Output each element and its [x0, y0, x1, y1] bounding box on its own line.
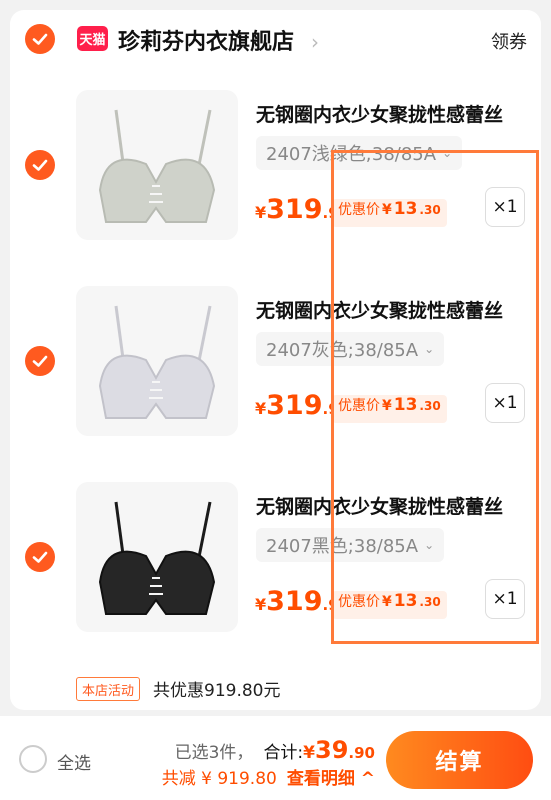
shop-checkbox[interactable]	[25, 24, 55, 54]
check-icon	[32, 33, 48, 45]
quantity-button[interactable]: ×1	[485, 187, 525, 227]
cart-item: 无钢圈内衣少女聚拢性感蕾丝 2407灰色;38/85A ⌄ ¥319.9 优惠价 ¥…	[10, 276, 541, 472]
product-image[interactable]	[76, 90, 238, 240]
promo-price-badge: 优惠价 ¥13.30	[332, 395, 447, 423]
quantity-button[interactable]: ×1	[485, 579, 525, 619]
product-title[interactable]: 无钢圈内衣少女聚拢性感蕾丝	[256, 100, 503, 127]
item-price: ¥319.9	[255, 586, 339, 617]
total-decimal: .90	[348, 744, 375, 762]
shop-header[interactable]: 天猫 珍莉芬内衣旗舰店 › 领券	[10, 10, 541, 68]
check-icon	[32, 159, 48, 171]
product-image[interactable]	[76, 482, 238, 632]
chevron-right-icon[interactable]: ›	[311, 30, 319, 54]
item-checkbox[interactable]	[25, 346, 55, 376]
total-integer: 39	[315, 736, 349, 764]
currency-symbol: ¥	[255, 203, 267, 222]
select-all-label[interactable]: 全选	[57, 749, 91, 774]
promo-label: 优惠价	[338, 398, 380, 414]
discount-summary: 共减 ¥ 919.80 查看明细 ^	[162, 764, 375, 789]
chevron-down-icon: ⌄	[424, 538, 435, 552]
currency-symbol: ¥	[255, 399, 267, 418]
sku-label: 2407灰色;38/85A	[266, 340, 419, 361]
bra-image	[98, 305, 216, 419]
sku-label: 2407浅绿色;38/85A	[266, 144, 437, 165]
activity-tag: 本店活动	[76, 677, 141, 701]
item-checkbox[interactable]	[25, 542, 55, 572]
shop-activity-row[interactable]: 本店活动 共优惠919.80元	[10, 670, 541, 710]
product-title[interactable]: 无钢圈内衣少女聚拢性感蕾丝	[256, 296, 503, 323]
discount-text: 共减 ¥ 919.80	[161, 769, 277, 789]
quantity-button[interactable]: ×1	[485, 383, 525, 423]
total-label: 合计:	[263, 743, 304, 763]
promo-integer: 13	[393, 199, 418, 219]
chevron-down-icon: ⌄	[442, 146, 453, 160]
product-title[interactable]: 无钢圈内衣少女聚拢性感蕾丝	[256, 492, 503, 519]
cart-item: 无钢圈内衣少女聚拢性感蕾丝 2407黑色;38/85A ⌄ ¥319.9 优惠价 ¥…	[10, 472, 541, 668]
promo-price-badge: 优惠价 ¥13.30	[332, 591, 447, 619]
currency-symbol: ¥	[382, 398, 392, 414]
price-integer: 319	[266, 586, 323, 617]
price-integer: 319	[266, 194, 323, 225]
currency-symbol: ¥	[255, 595, 267, 614]
currency-symbol: ¥	[382, 202, 392, 218]
promo-price-badge: 优惠价 ¥13.30	[332, 199, 447, 227]
sku-label: 2407黑色;38/85A	[266, 536, 419, 557]
sku-selector[interactable]: 2407浅绿色;38/85A ⌄	[256, 136, 463, 170]
promo-label: 优惠价	[338, 202, 380, 218]
check-icon	[32, 551, 48, 563]
currency-symbol: ¥	[303, 743, 316, 763]
selected-summary: 已选3件， 合计:¥39.90	[175, 736, 375, 764]
promo-decimal: .30	[419, 399, 441, 413]
promo-integer: 13	[393, 395, 418, 415]
promo-decimal: .30	[419, 595, 441, 609]
select-all-checkbox[interactable]	[19, 745, 47, 773]
bra-image	[98, 501, 216, 615]
item-price: ¥319.9	[255, 390, 339, 421]
total-price: ¥39.90	[303, 736, 375, 764]
item-checkbox[interactable]	[25, 150, 55, 180]
view-details-link[interactable]: 查看明细 ^	[287, 769, 375, 789]
coupon-button[interactable]: 领券	[491, 28, 527, 54]
check-icon	[32, 355, 48, 367]
cart-item: 无钢圈内衣少女聚拢性感蕾丝 2407浅绿色;38/85A ⌄ ¥319.9 优惠价…	[10, 80, 541, 276]
checkout-bar: 全选 已选3件， 合计:¥39.90 共减 ¥ 919.80 查看明细 ^ 结算	[0, 716, 551, 800]
shop-cart-card: 天猫 珍莉芬内衣旗舰店 › 领券 无钢圈内衣少女聚拢性感蕾丝 2407浅绿色;3…	[10, 10, 541, 710]
tmall-badge: 天猫	[77, 26, 108, 51]
item-price: ¥319.9	[255, 194, 339, 225]
product-image[interactable]	[76, 286, 238, 436]
price-integer: 319	[266, 390, 323, 421]
promo-integer: 13	[393, 591, 418, 611]
checkout-button[interactable]: 结算	[386, 731, 533, 789]
shop-name[interactable]: 珍莉芬内衣旗舰店	[118, 24, 294, 56]
sku-selector[interactable]: 2407黑色;38/85A ⌄	[256, 528, 445, 562]
activity-text: 共优惠919.80元	[153, 681, 281, 701]
promo-label: 优惠价	[338, 594, 380, 610]
currency-symbol: ¥	[382, 594, 392, 610]
bra-image	[98, 109, 216, 223]
sku-selector[interactable]: 2407灰色;38/85A ⌄	[256, 332, 445, 366]
promo-decimal: .30	[419, 203, 441, 217]
chevron-down-icon: ⌄	[424, 342, 435, 356]
selected-count: 已选3件，	[174, 743, 254, 763]
